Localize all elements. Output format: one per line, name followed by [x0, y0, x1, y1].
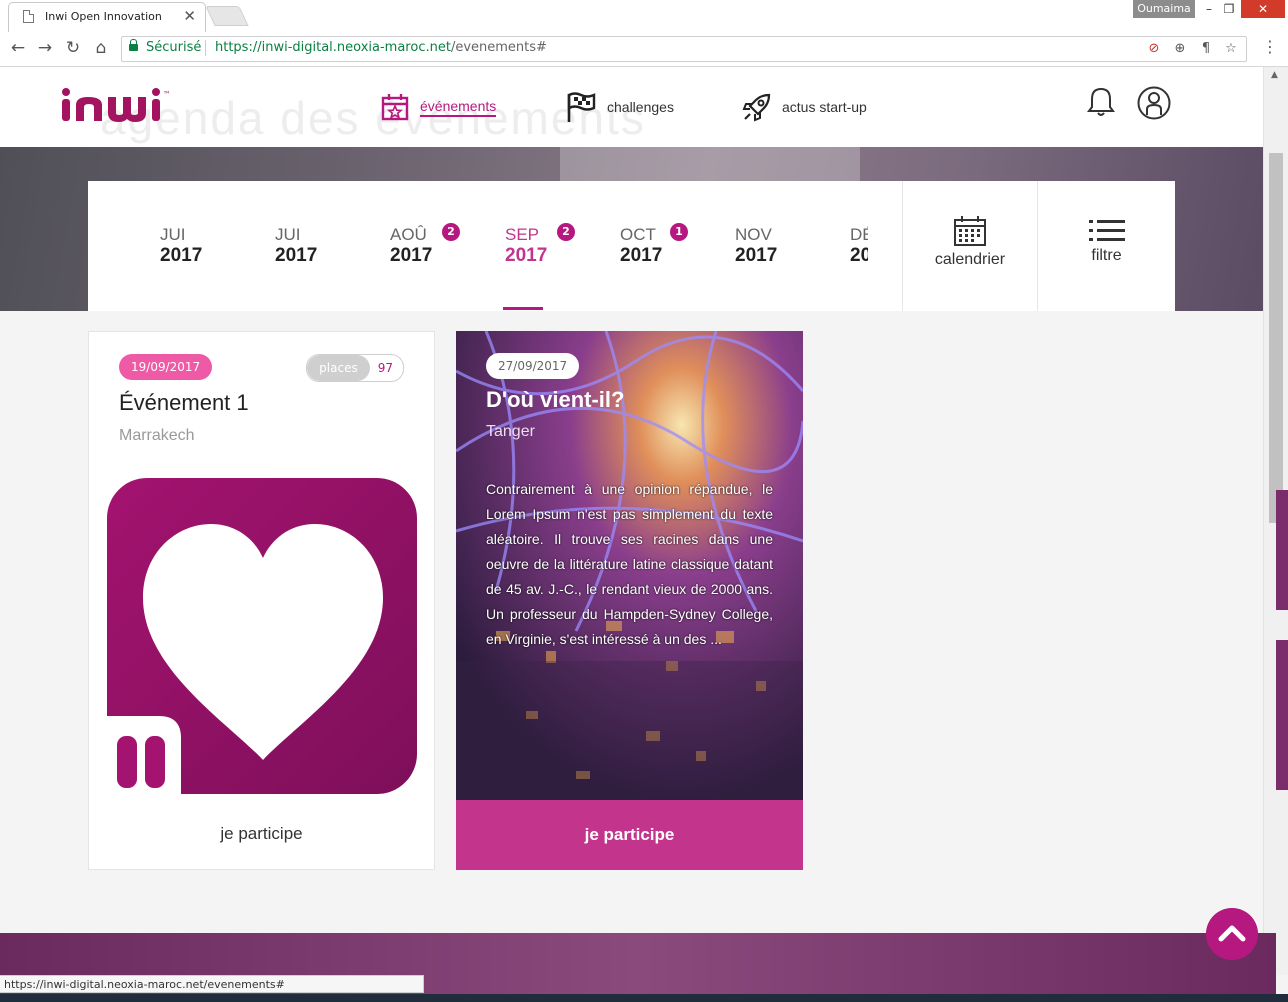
month-item[interactable]: OCT 2017 1	[620, 223, 720, 267]
month-name: JUI	[160, 225, 186, 244]
month-item[interactable]: NOV 2017	[735, 225, 835, 267]
nav-actus-startup[interactable]: actus start-up	[742, 91, 867, 123]
home-icon[interactable]: ⌂	[91, 38, 111, 58]
month-year: 2017	[160, 245, 203, 266]
omnibox-divider	[205, 40, 206, 56]
inwi-logo[interactable]: ™	[60, 87, 210, 127]
event-count-badge: 2	[557, 223, 575, 241]
heart-app-icon	[107, 478, 417, 796]
event-date-pill: 27/09/2017	[486, 353, 580, 379]
active-month-indicator	[503, 307, 543, 310]
list-filter-icon	[1088, 220, 1125, 241]
url-host: https://inwi-digital.neoxia-maroc.net	[215, 40, 451, 55]
rocket-icon	[742, 93, 771, 122]
scroll-thumb[interactable]	[1269, 153, 1283, 523]
calendar-icon	[954, 216, 986, 246]
event-title: D'où vient-il?	[486, 387, 625, 412]
month-year: 2017	[390, 245, 433, 266]
bell-icon[interactable]	[1086, 85, 1116, 119]
address-bar[interactable]: Sécurisé https://inwi-digital.neoxia-mar…	[121, 36, 1247, 62]
tab-title: Inwi Open Innovation	[45, 10, 162, 23]
forward-icon[interactable]: →	[35, 38, 55, 58]
nav-label: challenges	[607, 99, 674, 115]
filter-button[interactable]: filtre	[1038, 181, 1175, 311]
month-list: JUI 2017 JUI 2017 AOÛ 2017 2 SEP 2017 2 …	[88, 181, 868, 311]
participate-button[interactable]: je participe	[456, 800, 803, 870]
document-icon	[23, 10, 34, 23]
browser-toolbar: ← → ↻ ⌂ Sécurisé https://inwi-digital.ne…	[0, 32, 1288, 67]
month-name: SEP	[505, 225, 540, 244]
month-item-active[interactable]: SEP 2017 2	[505, 223, 605, 267]
month-year: 2017	[505, 245, 548, 266]
browser-tabbar: Inwi Open Innovation ✕ Oumaima – ❐ ✕	[0, 0, 1288, 33]
month-item[interactable]: JUI 2017	[275, 225, 375, 267]
month-item[interactable]: DÉ 20	[850, 225, 868, 267]
url-path: /evenements#	[450, 40, 547, 55]
browser-tab[interactable]: Inwi Open Innovation ✕	[8, 2, 206, 33]
lock-icon	[129, 39, 138, 51]
event-card[interactable]: 19/09/2017 places 97 Événement 1 Marrake…	[88, 331, 435, 870]
window-close-icon[interactable]: ✕	[1241, 0, 1285, 18]
restore-icon[interactable]: ❐	[1216, 0, 1242, 18]
event-count-badge: 2	[442, 223, 460, 241]
right-edge-band	[1276, 490, 1288, 610]
month-item[interactable]: AOÛ 2017 2	[390, 223, 490, 267]
secure-label: Sécurisé	[146, 40, 202, 55]
blocked-popup-icon[interactable]: ⊘	[1145, 40, 1163, 58]
calendar-star-icon	[381, 94, 409, 121]
hero-highlight	[560, 147, 860, 181]
reload-icon[interactable]: ↻	[63, 38, 83, 58]
zoom-icon[interactable]: ⊕	[1171, 40, 1189, 58]
event-city: Marrakech	[119, 427, 195, 444]
month-item[interactable]: JUI 2017	[160, 225, 260, 267]
month-name: AOÛ	[390, 225, 427, 244]
nav-evenements[interactable]: événements	[380, 91, 497, 123]
extension-icon[interactable]: ¶	[1197, 40, 1215, 58]
month-name: NOV	[735, 225, 772, 244]
filter-label: filtre	[1091, 247, 1122, 264]
site-header: agenda des évènements ™ événements chall…	[0, 67, 1263, 147]
month-year: 2017	[735, 245, 778, 266]
nav-label: événements	[420, 98, 497, 117]
event-description: Contrairement à une opinion répandue, le…	[486, 481, 773, 647]
places-count: 97	[377, 361, 393, 375]
month-name: JUI	[275, 225, 301, 244]
bookmark-star-icon[interactable]: ☆	[1222, 40, 1240, 58]
month-selector: JUI 2017 JUI 2017 AOÛ 2017 2 SEP 2017 2 …	[88, 181, 1175, 311]
month-name: DÉ	[850, 225, 868, 244]
nav-label: actus start-up	[782, 99, 867, 115]
browser-status-bar: https://inwi-digital.neoxia-maroc.net/ev…	[0, 975, 424, 993]
event-title: Événement 1	[119, 390, 249, 415]
event-count-badge: 1	[670, 223, 688, 241]
places-counter: places 97	[306, 354, 404, 382]
browser-menu-icon[interactable]: ⋮	[1262, 37, 1278, 56]
participate-button[interactable]: je participe	[89, 824, 434, 844]
right-edge-band	[1276, 640, 1288, 790]
month-year: 20	[850, 245, 868, 266]
os-taskbar	[0, 994, 1288, 1002]
scroll-to-top-button[interactable]	[1206, 908, 1258, 960]
svg-text:™: ™	[163, 90, 171, 99]
event-card-featured[interactable]: 27/09/2017 D'où vient-il? Tanger Contrai…	[456, 331, 803, 870]
back-icon[interactable]: ←	[8, 38, 28, 58]
flag-icon	[567, 92, 596, 122]
new-tab-button[interactable]	[205, 6, 249, 26]
calendar-label: calendrier	[934, 251, 1006, 268]
url-text[interactable]: https://inwi-digital.neoxia-maroc.net/ev…	[215, 40, 547, 55]
profile-chip[interactable]: Oumaima	[1133, 0, 1195, 18]
user-account-icon[interactable]	[1136, 85, 1172, 121]
nav-challenges[interactable]: challenges	[565, 91, 674, 123]
month-year: 2017	[620, 245, 663, 266]
calendar-button[interactable]: calendrier	[903, 181, 1037, 311]
month-year: 2017	[275, 245, 318, 266]
tab-close-icon[interactable]: ✕	[183, 7, 196, 25]
scroll-up-icon[interactable]: ▲	[1271, 70, 1278, 80]
event-date-pill: 19/09/2017	[119, 354, 213, 380]
event-city: Tanger	[486, 423, 535, 440]
places-label: places	[307, 355, 370, 381]
